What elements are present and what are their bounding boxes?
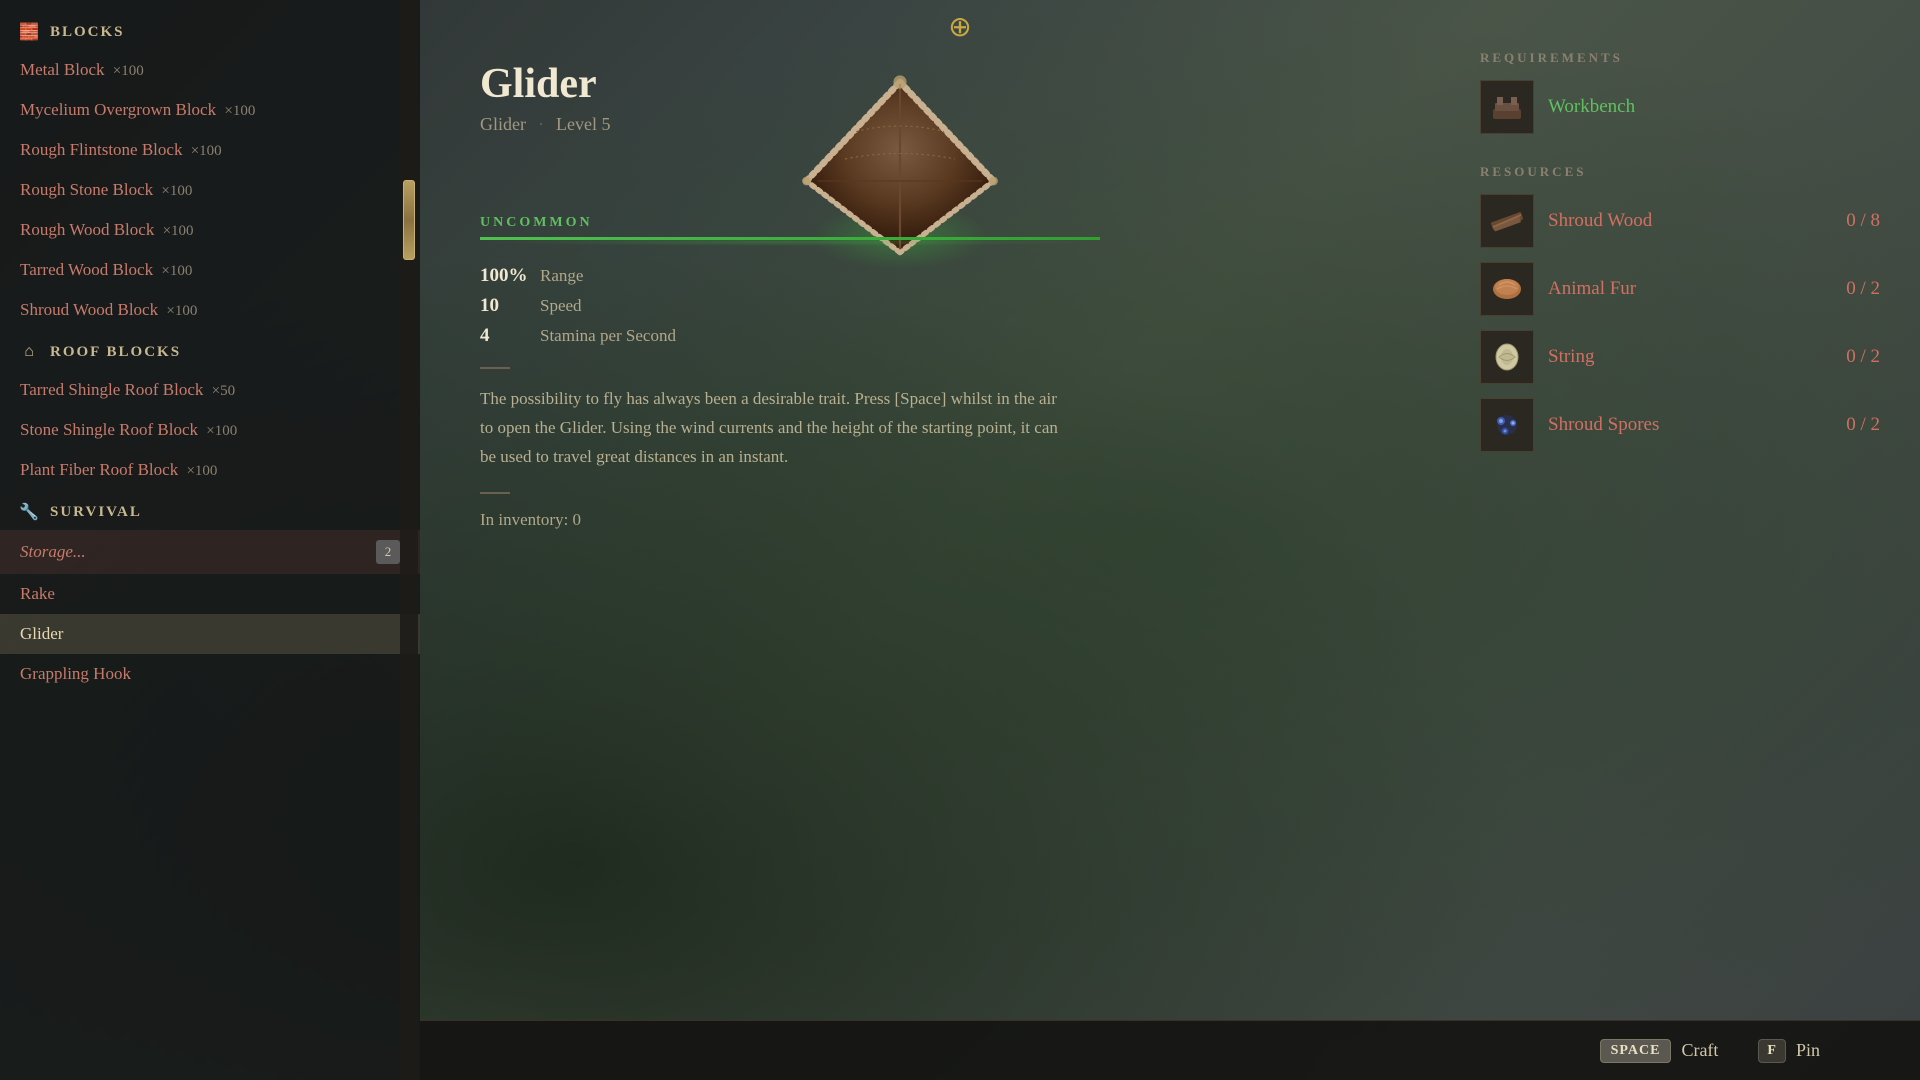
- craft-action[interactable]: SPACE Craft: [1600, 1039, 1719, 1063]
- pin-action[interactable]: F Pin: [1758, 1039, 1820, 1063]
- sidebar-item-tarred-wood-block[interactable]: Tarred Wood Block ×100: [0, 250, 420, 290]
- sidebar-item-storage[interactable]: Storage... 2: [0, 530, 420, 574]
- sidebar-item-metal-block[interactable]: Metal Block ×100: [0, 50, 420, 90]
- sidebar-item-shroud-wood-block[interactable]: Shroud Wood Block ×100: [0, 290, 420, 330]
- shroud-wood-icon: [1480, 194, 1534, 248]
- scrollbar-track[interactable]: [400, 0, 418, 1080]
- sidebar-item-stone-shingle[interactable]: Stone Shingle Roof Block ×100: [0, 410, 420, 450]
- sidebar-item-rake[interactable]: Rake: [0, 574, 420, 614]
- glider-svg: [790, 60, 1010, 280]
- workbench-icon: [1480, 80, 1534, 134]
- animal-fur-count: 0 / 2: [1820, 278, 1880, 300]
- category-roof-blocks: ⌂ ROOF BLOCKS: [0, 330, 420, 370]
- shroud-wood-name: Shroud Wood: [1548, 210, 1806, 232]
- shroud-spores-name: Shroud Spores: [1548, 414, 1806, 436]
- blocks-icon: 🧱: [20, 22, 40, 42]
- roof-blocks-icon: ⌂: [20, 342, 40, 362]
- inventory-count: In inventory: 0: [480, 510, 1920, 530]
- resource-shroud-wood: Shroud Wood 0 / 8: [1480, 194, 1880, 248]
- compass-icon: ⊕: [948, 10, 971, 44]
- sidebar-item-rough-wood-block[interactable]: Rough Wood Block ×100: [0, 210, 420, 250]
- animal-fur-name: Animal Fur: [1548, 278, 1806, 300]
- resources-section: RESOURCES Shroud Wood 0 / 8: [1480, 164, 1880, 452]
- string-count: 0 / 2: [1820, 346, 1880, 368]
- workbench-label: Workbench: [1548, 96, 1635, 118]
- resources-title: RESOURCES: [1480, 164, 1880, 180]
- shroud-spores-icon: [1480, 398, 1534, 452]
- sidebar-item-grappling-hook[interactable]: Grappling Hook: [0, 654, 420, 694]
- scrollbar-thumb[interactable]: [403, 180, 415, 260]
- string-icon: [1480, 330, 1534, 384]
- item-image: [760, 40, 1040, 300]
- craft-key: SPACE: [1600, 1039, 1672, 1063]
- sidebar-item-glider[interactable]: Glider: [0, 614, 420, 654]
- requirements-panel: REQUIREMENTS Workbench RESOURCES Shroud: [1480, 50, 1880, 466]
- item-description: The possibility to fly has always been a…: [480, 385, 1060, 472]
- requirements-title: REQUIREMENTS: [1480, 50, 1880, 66]
- sidebar: 🧱 BLOCKS Metal Block ×100 Mycelium Overg…: [0, 0, 420, 1080]
- category-survival: 🔧 SURVIVAL: [0, 490, 420, 530]
- storage-badge: 2: [376, 540, 400, 564]
- sidebar-item-tarred-shingle[interactable]: Tarred Shingle Roof Block ×50: [0, 370, 420, 410]
- craft-label: Craft: [1681, 1040, 1718, 1061]
- resource-animal-fur: Animal Fur 0 / 2: [1480, 262, 1880, 316]
- rarity-bar: [480, 237, 1100, 240]
- shroud-wood-count: 0 / 8: [1820, 210, 1880, 232]
- resource-shroud-spores: Shroud Spores 0 / 2: [1480, 398, 1880, 452]
- pin-key: F: [1758, 1039, 1786, 1063]
- shroud-spores-count: 0 / 2: [1820, 414, 1880, 436]
- workbench-requirement: Workbench: [1480, 80, 1880, 134]
- category-blocks: 🧱 BLOCKS: [0, 10, 420, 50]
- sidebar-item-rough-stone-block[interactable]: Rough Stone Block ×100: [0, 170, 420, 210]
- animal-fur-icon: [1480, 262, 1534, 316]
- resource-string: String 0 / 2: [1480, 330, 1880, 384]
- sidebar-item-plant-fiber-roof[interactable]: Plant Fiber Roof Block ×100: [0, 450, 420, 490]
- divider-1: [480, 367, 510, 369]
- survival-icon: 🔧: [20, 502, 40, 522]
- bottom-bar: SPACE Craft F Pin: [420, 1020, 1920, 1080]
- string-name: String: [1548, 346, 1806, 368]
- sidebar-item-mycelium-block[interactable]: Mycelium Overgrown Block ×100: [0, 90, 420, 130]
- divider-2: [480, 492, 510, 494]
- pin-label: Pin: [1796, 1040, 1820, 1061]
- sidebar-item-flintstone-block[interactable]: Rough Flintstone Block ×100: [0, 130, 420, 170]
